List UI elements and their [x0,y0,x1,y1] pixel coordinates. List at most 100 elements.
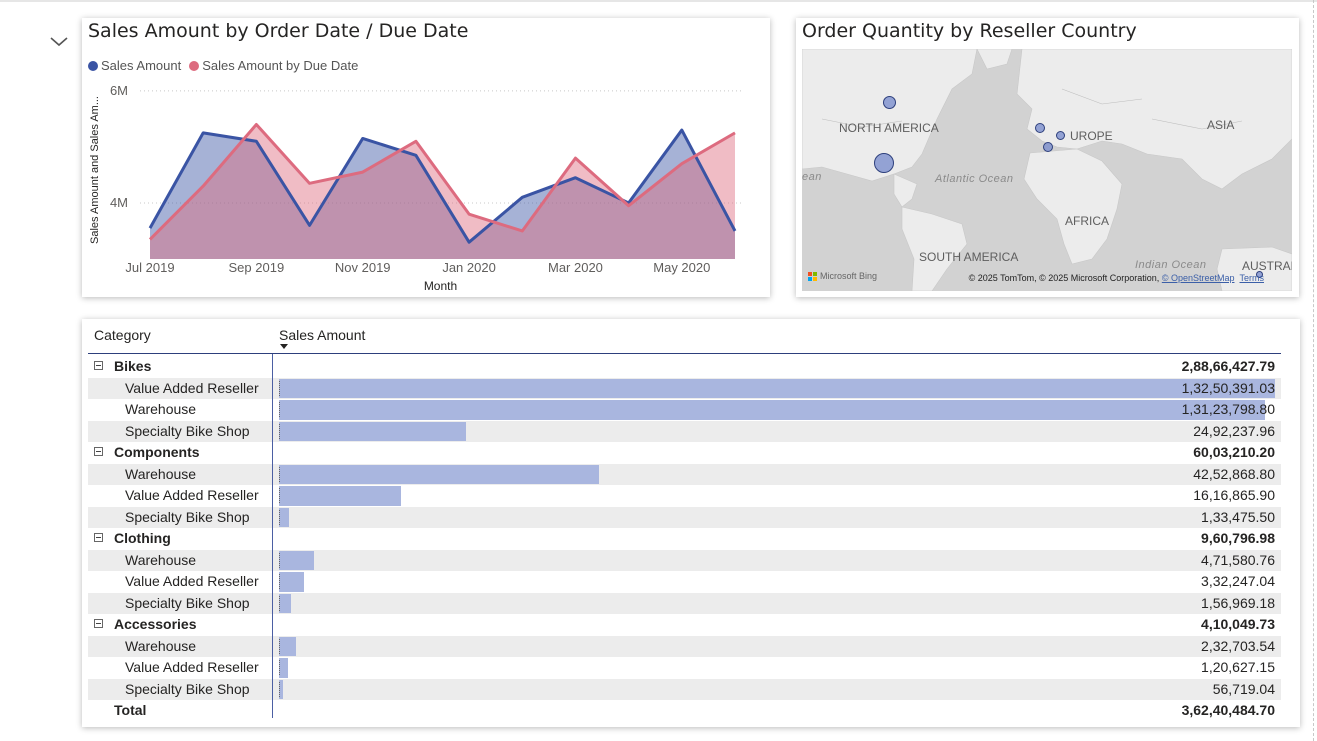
row-label: Total [114,702,147,718]
map-canvas[interactable]: NORTH AMERICA UROPE ASIA AFRICA SOUTH AM… [802,49,1292,291]
map-bubble-united-states[interactable] [874,153,894,173]
map-label-asia: ASIA [1207,118,1235,132]
collapse-toggle-icon[interactable] [94,533,103,542]
chevron-down-icon[interactable] [48,30,70,52]
row-label: Specialty Bike Shop [125,508,250,525]
row-band [88,420,1281,442]
row-label: Components [114,444,200,460]
row-value: 4,10,049.73 [1201,616,1275,632]
collapse-toggle-icon[interactable] [94,447,103,456]
table-row[interactable]: Specialty Bike Shop 1,56,969.18 [88,592,1281,614]
matrix-rows: Bikes 2,88,66,427.79 Value Added Reseller 1… [88,356,1281,722]
category-row[interactable]: Components 60,03,210.20 [88,442,1281,464]
table-row[interactable]: Value Added Reseller 1,32,50,391.03 [88,377,1281,399]
map-landmass [802,49,1292,291]
table-row[interactable]: Value Added Reseller 1,20,627.15 [88,657,1281,679]
map-label-indian: Indian Ocean [1135,259,1207,271]
table-row[interactable]: Value Added Reseller 3,32,247.04 [88,571,1281,593]
map-label-pacific-partial: ean [802,171,822,183]
sales-matrix-visual[interactable]: Category Sales Amount Bikes 2,88,66,427.7… [82,319,1300,727]
table-row[interactable]: Specialty Bike Shop 24,92,237.96 [88,420,1281,442]
row-value: 2,32,703.54 [1201,637,1275,654]
category-row[interactable]: Clothing 9,60,796.98 [88,528,1281,550]
bar-baseline [279,660,280,675]
column-header-sales-amount[interactable]: Sales Amount [279,327,365,343]
openstreetmap-link[interactable]: © OpenStreetMap [1162,273,1235,283]
row-band [88,463,1281,485]
map-bubble-germany[interactable] [1056,131,1065,140]
terms-link[interactable]: Terms [1240,273,1265,283]
row-band [88,635,1281,657]
y-tick-label: 4M [110,195,128,210]
map-label-europe: UROPE [1070,129,1113,143]
table-row[interactable]: Warehouse 42,52,868.80 [88,463,1281,485]
bar-baseline [279,402,280,417]
collapse-toggle-icon[interactable] [94,361,103,370]
bar-baseline [279,423,280,439]
map-copyright: © 2025 TomTom, © 2025 Microsoft Corporat… [969,273,1264,283]
bar-baseline [279,509,280,525]
row-band [88,549,1281,571]
bar-baseline [279,595,280,611]
row-label: Bikes [114,358,152,374]
x-tick-label: Mar 2020 [548,260,603,275]
map-bubble-france[interactable] [1043,142,1053,152]
column-divider [272,354,273,718]
row-label: Value Added Reseller [125,487,259,503]
bing-label: Microsoft Bing [820,271,878,281]
row-value: 4,71,580.76 [1201,551,1275,568]
x-tick-label: May 2020 [653,260,710,275]
row-value: 56,719.04 [1212,680,1275,697]
data-bar [279,572,304,592]
row-label: Value Added Reseller [125,573,259,589]
sort-descending-icon[interactable] [280,344,288,349]
data-bar [279,636,297,656]
row-label: Value Added Reseller [125,659,259,675]
map-bubble-united-kingdom[interactable] [1035,123,1045,133]
bing-logo: Microsoft Bing [808,271,877,281]
collapse-toggle-icon[interactable] [94,619,103,628]
row-label: Clothing [114,530,171,546]
table-row[interactable]: Warehouse 1,31,23,798.80 [88,399,1281,421]
x-tick-label: Sep 2019 [229,260,285,275]
map-title: Order Quantity by Reseller Country [802,20,1137,42]
row-label: Specialty Bike Shop [125,422,250,439]
row-band [88,592,1281,614]
table-row[interactable]: Warehouse 2,32,703.54 [88,635,1281,657]
reseller-map-visual[interactable]: Order Quantity by Reseller Country NORTH… [796,18,1299,297]
line-chart-plot[interactable]: 6M 4M Jul 2019 Sep 2019 Nov 2019 Jan 2020 Mar … [82,18,770,297]
data-bar [279,400,1266,420]
x-tick-label: Jul 2019 [125,260,174,275]
microsoft-logo-icon [808,271,817,281]
row-label: Specialty Bike Shop [125,680,250,697]
sales-line-chart-visual[interactable]: Sales Amount by Order Date / Due Date Sa… [82,18,770,297]
map-label-atlantic: Atlantic Ocean [935,173,1014,185]
data-bar [279,486,401,506]
bar-baseline [279,380,280,396]
table-row[interactable]: Specialty Bike Shop 1,33,475.50 [88,506,1281,528]
row-value: 1,32,50,391.03 [1181,379,1275,396]
category-row[interactable]: Bikes 2,88,66,427.79 [88,356,1281,378]
table-row[interactable]: Warehouse 4,71,580.76 [88,549,1281,571]
row-value: 24,92,237.96 [1193,422,1275,439]
table-row[interactable]: Value Added Reseller 16,16,865.90 [88,485,1281,507]
row-label: Warehouse [125,637,197,654]
x-tick-label: Nov 2019 [335,260,391,275]
bar-baseline [279,552,280,568]
table-row[interactable]: Specialty Bike Shop 56,719.04 [88,678,1281,700]
row-value: 1,56,969.18 [1201,594,1275,611]
column-header-category[interactable]: Category [94,327,151,343]
bar-baseline [279,488,280,503]
total-row[interactable]: Total 3,62,40,484.70 [88,700,1281,722]
map-label-africa: AFRICA [1065,214,1110,228]
row-band [88,678,1281,700]
y-axis-title: Sales Amount and Sales Am... [89,96,101,244]
row-label: Warehouse [125,465,197,482]
row-value: 1,31,23,798.80 [1181,401,1275,417]
row-label: Accessories [114,616,197,632]
bar-baseline [279,574,280,589]
map-bubble-canada[interactable] [883,96,896,109]
top-border [0,0,1317,2]
category-row[interactable]: Accessories 4,10,049.73 [88,614,1281,636]
copyright-text: © 2025 TomTom, © 2025 Microsoft Corporat… [968,273,1160,283]
